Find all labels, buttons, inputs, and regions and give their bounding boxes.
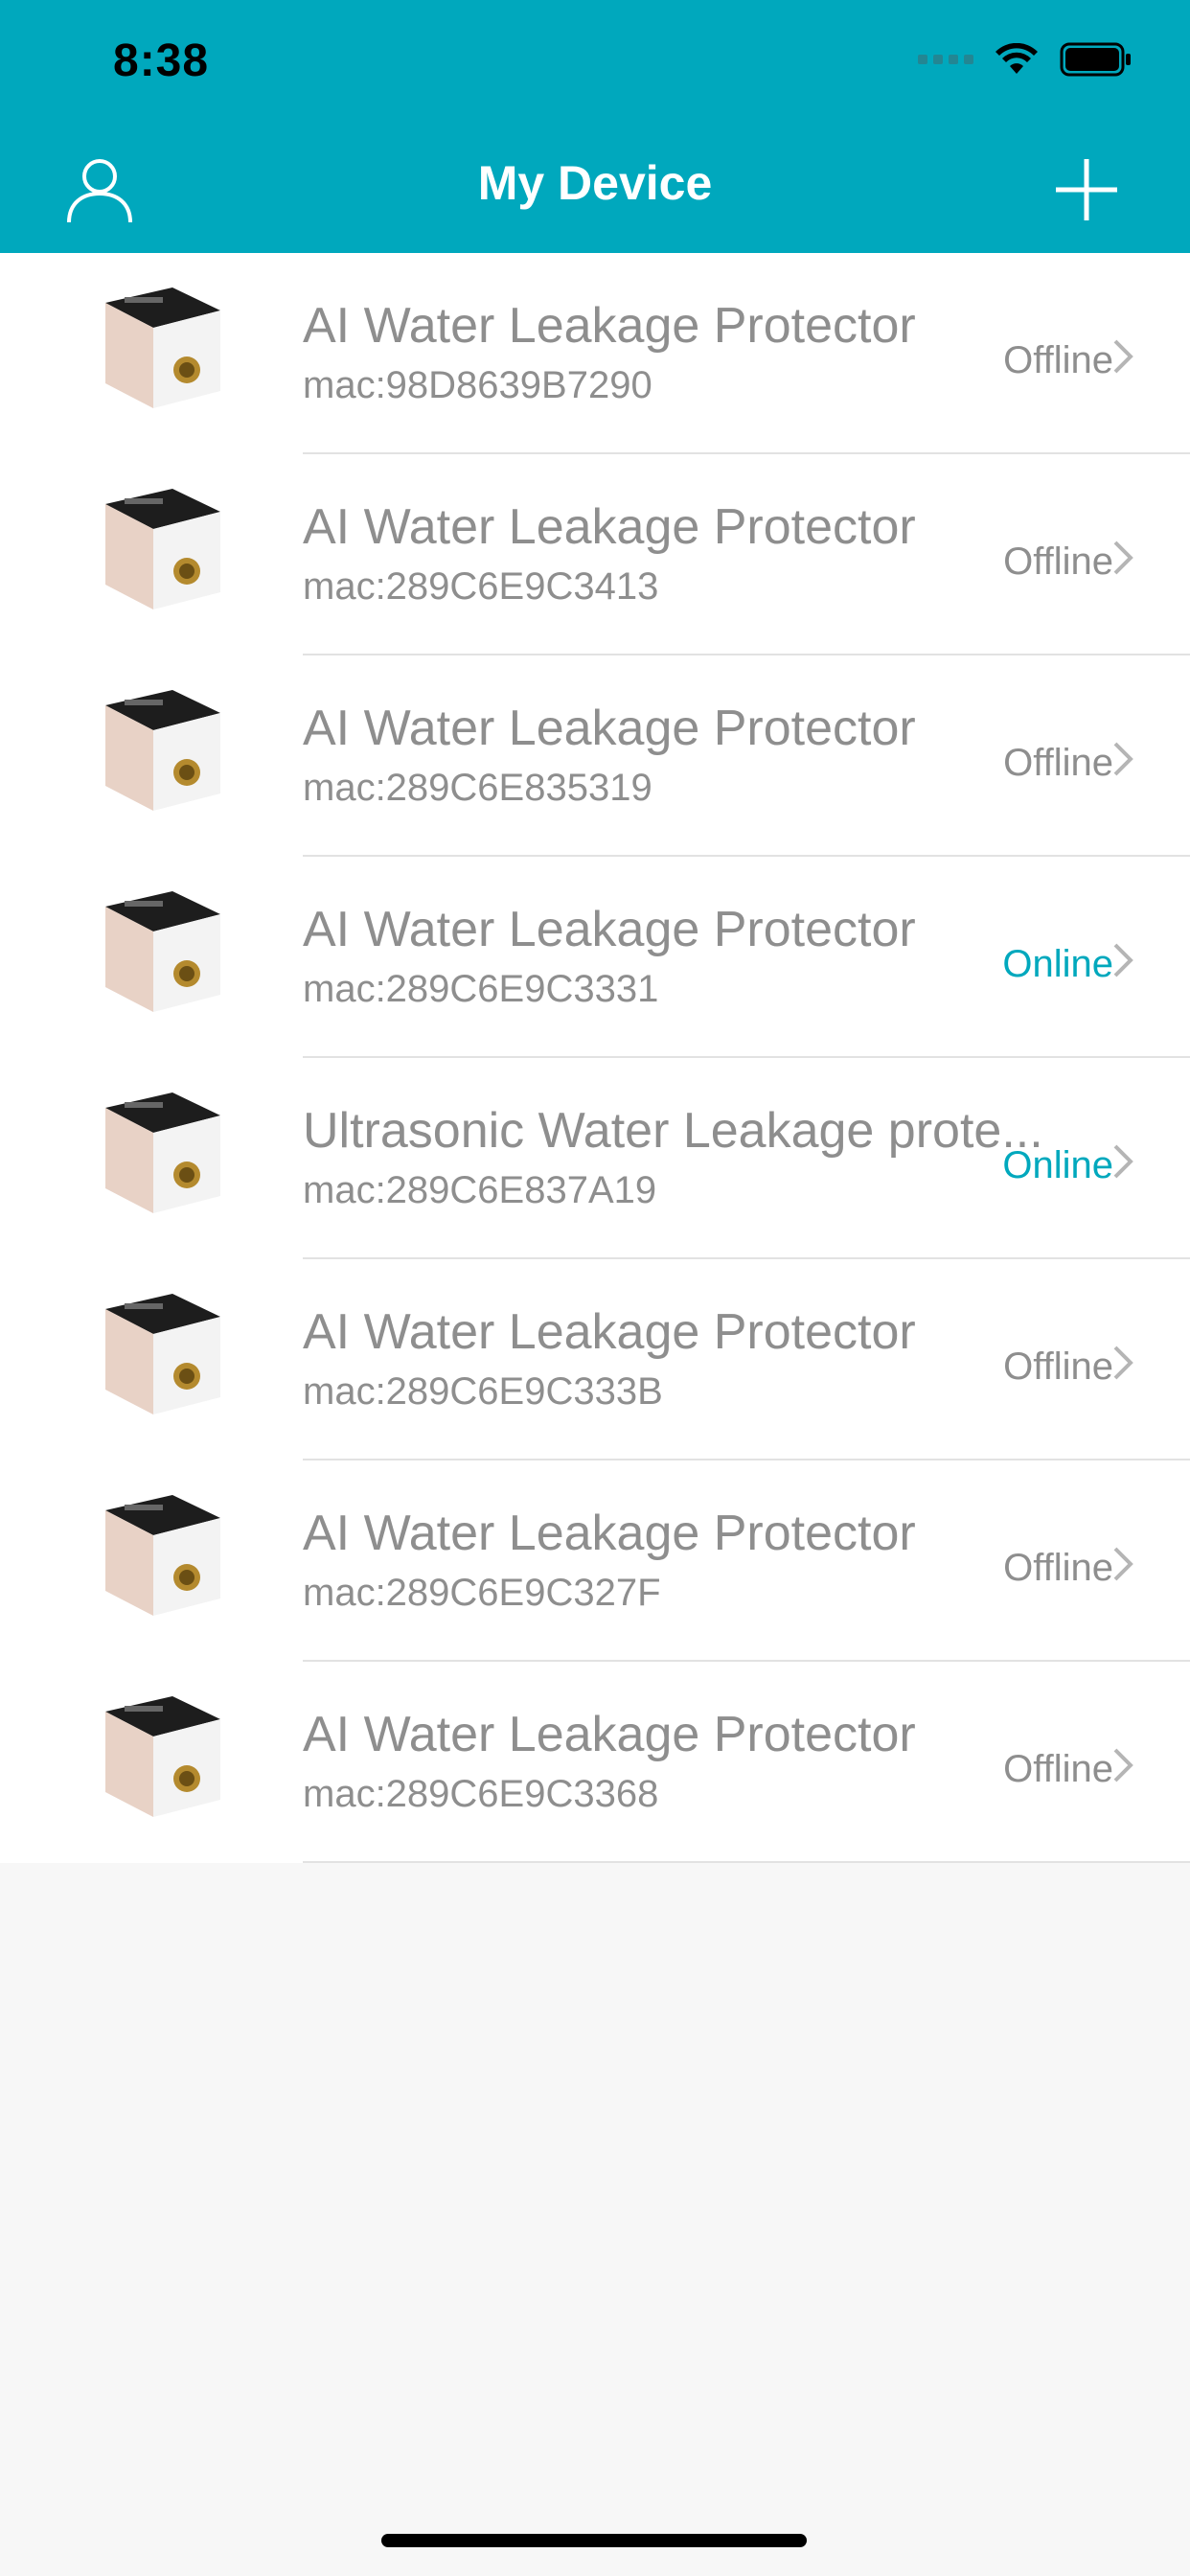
- chevron-right-icon: [1111, 1142, 1134, 1181]
- device-mac: mac:98D8639B7290: [303, 364, 652, 406]
- device-mac: mac:289C6E835319: [303, 767, 652, 809]
- chevron-right-icon: [1111, 1344, 1134, 1382]
- device-row[interactable]: AI Water Leakage Protector mac:289C6E835…: [0, 656, 1190, 857]
- device-row[interactable]: AI Water Leakage Protector mac:289C6E9C3…: [0, 857, 1190, 1058]
- device-mac: mac:289C6E9C3368: [303, 1773, 659, 1815]
- device-mac: mac:289C6E9C3331: [303, 968, 659, 1010]
- chevron-right-icon: [1111, 337, 1134, 376]
- device-mac: mac:289C6E9C3413: [303, 565, 659, 608]
- device-status: Offline: [1003, 540, 1113, 583]
- device-row[interactable]: Ultrasonic Water Leakage prote... mac:28…: [0, 1058, 1190, 1259]
- device-mac: mac:289C6E9C327F: [303, 1572, 661, 1614]
- device-thumbnail: [96, 284, 230, 427]
- device-row[interactable]: AI Water Leakage Protector mac:289C6E9C3…: [0, 1662, 1190, 1863]
- chevron-right-icon: [1111, 1545, 1134, 1583]
- chevron-right-icon: [1111, 941, 1134, 979]
- chevron-right-icon: [1111, 740, 1134, 778]
- status-time: 8:38: [113, 35, 210, 86]
- device-name: AI Water Leakage Protector: [303, 902, 916, 957]
- device-row[interactable]: AI Water Leakage Protector mac:289C6E9C3…: [0, 454, 1190, 656]
- device-status: Offline: [1003, 742, 1113, 784]
- app-header: 8:38 My Device: [0, 0, 1190, 253]
- row-divider: [303, 1861, 1190, 1863]
- device-row[interactable]: AI Water Leakage Protector mac:98D8639B7…: [0, 253, 1190, 454]
- device-status: Offline: [1003, 339, 1113, 381]
- home-indicator[interactable]: [381, 2534, 807, 2547]
- battery-icon: [1060, 42, 1133, 77]
- device-thumbnail: [96, 1692, 230, 1836]
- device-status: Online: [1002, 943, 1113, 985]
- device-name: AI Water Leakage Protector: [303, 499, 916, 555]
- device-status: Offline: [1003, 1346, 1113, 1388]
- device-thumbnail: [96, 485, 230, 629]
- device-name: AI Water Leakage Protector: [303, 1506, 916, 1561]
- device-thumbnail: [96, 1290, 230, 1434]
- device-mac: mac:289C6E837A19: [303, 1169, 657, 1211]
- device-status: Offline: [1003, 1547, 1113, 1589]
- status-icons: [918, 42, 1133, 77]
- cellular-signal-icon: [918, 55, 973, 64]
- device-row[interactable]: AI Water Leakage Protector mac:289C6E9C3…: [0, 1259, 1190, 1460]
- page-title: My Device: [477, 156, 713, 210]
- device-status: Offline: [1003, 1748, 1113, 1790]
- chevron-right-icon: [1111, 1746, 1134, 1784]
- device-row[interactable]: AI Water Leakage Protector mac:289C6E9C3…: [0, 1460, 1190, 1662]
- device-status: Online: [1002, 1144, 1113, 1186]
- device-name: AI Water Leakage Protector: [303, 1707, 916, 1762]
- device-thumbnail: [96, 887, 230, 1031]
- device-thumbnail: [96, 1089, 230, 1232]
- device-thumbnail: [96, 1491, 230, 1635]
- device-name: AI Water Leakage Protector: [303, 298, 916, 354]
- wifi-icon: [995, 43, 1039, 76]
- device-name: AI Water Leakage Protector: [303, 1304, 916, 1360]
- device-list: AI Water Leakage Protector mac:98D8639B7…: [0, 253, 1190, 1863]
- device-name: AI Water Leakage Protector: [303, 701, 916, 756]
- device-mac: mac:289C6E9C333B: [303, 1370, 663, 1413]
- device-name: Ultrasonic Water Leakage prote...: [303, 1103, 1043, 1159]
- chevron-right-icon: [1111, 539, 1134, 577]
- add-device-icon[interactable]: [1050, 153, 1123, 226]
- device-thumbnail: [96, 686, 230, 830]
